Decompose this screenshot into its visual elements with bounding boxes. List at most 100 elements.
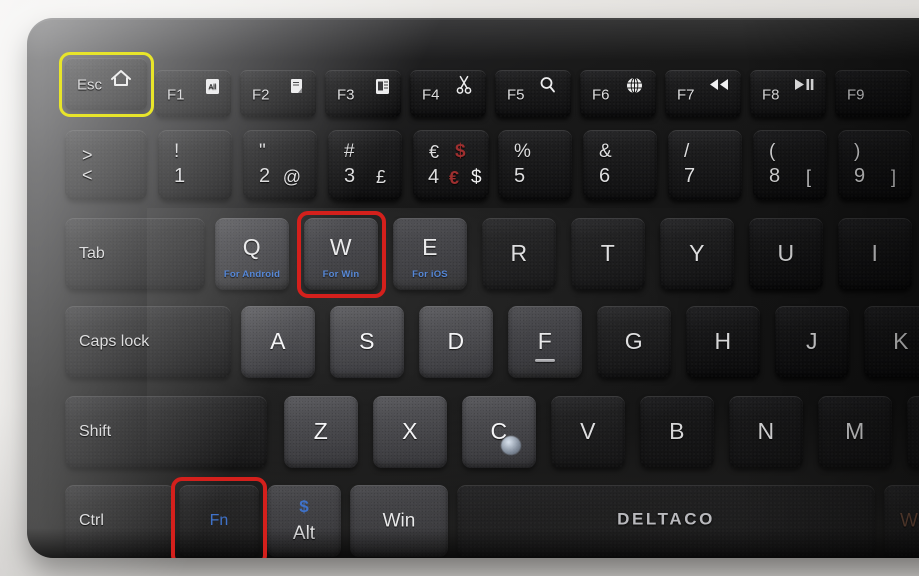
f3-key-label: F3	[337, 86, 355, 104]
f1-key[interactable]: F1 All	[155, 70, 231, 117]
y-key[interactable]: Y	[660, 218, 734, 290]
ctrl-key-label: Ctrl	[79, 512, 104, 529]
digit-1-bottom-legend: 1	[174, 165, 186, 187]
j-key-label: J	[806, 328, 818, 355]
f3-key[interactable]: F3	[325, 70, 401, 117]
h-key[interactable]: H	[686, 306, 760, 378]
digit-2-bottom-legend: 2	[259, 165, 271, 187]
s-key-label: S	[359, 328, 375, 355]
copy-icon	[290, 78, 305, 95]
z-key[interactable]: Z	[284, 396, 358, 468]
a-key[interactable]: A	[241, 306, 315, 378]
shift-key[interactable]: Shift	[65, 396, 267, 468]
digit-8-bottom-legend: 8	[769, 165, 781, 187]
win-key[interactable]: Win	[350, 485, 448, 557]
search-icon	[539, 76, 556, 94]
digit-9-key[interactable]: ) 9 ]	[838, 130, 912, 200]
e-key-label: E	[422, 234, 438, 261]
digit-8-key[interactable]: ( 8 [	[753, 130, 827, 200]
esc-key[interactable]: Esc	[65, 58, 147, 110]
r-key-label: R	[510, 240, 528, 267]
fn-key[interactable]: Fn	[179, 485, 259, 557]
digit-5-key[interactable]: % 5	[498, 130, 572, 200]
digit-1-key[interactable]: ! 1	[158, 130, 232, 200]
digit-7-key[interactable]: / 7	[668, 130, 742, 200]
b-key-label: B	[669, 418, 685, 445]
esc-key-label: Esc	[77, 76, 103, 94]
ctrl-key[interactable]: Ctrl	[65, 485, 175, 557]
home-icon	[109, 68, 133, 88]
t-key-label: T	[600, 240, 616, 267]
g-key[interactable]: G	[597, 306, 671, 378]
angle-key-top-legend: >	[82, 145, 93, 165]
u-key[interactable]: U	[749, 218, 823, 290]
digit-4-key[interactable]: € $ 4 € $	[413, 130, 489, 200]
semicolon-key[interactable]: ; ,	[907, 396, 919, 468]
digit-7-bottom-legend: 7	[684, 165, 696, 187]
digit-3-key[interactable]: # 3 £	[328, 130, 402, 200]
caps-lock-key[interactable]: Caps lock	[65, 306, 231, 378]
digit-3-alt-legend: £	[375, 167, 386, 187]
digit-1-top-legend: !	[174, 141, 180, 162]
tab-key[interactable]: Tab	[65, 218, 205, 290]
rewind-icon	[709, 78, 729, 91]
m-key-label: M	[845, 418, 865, 445]
g-key-label: G	[624, 328, 644, 355]
dust-speck	[501, 436, 521, 455]
q-key-sublabel: For Android	[223, 268, 281, 280]
e-key[interactable]: E For iOS	[393, 218, 467, 290]
k-key[interactable]: K	[864, 306, 919, 378]
t-key[interactable]: T	[571, 218, 645, 290]
v-key[interactable]: V	[551, 396, 625, 468]
f1-key-label: F1	[167, 86, 185, 104]
f7-key[interactable]: F7	[665, 70, 741, 117]
shift-key-label: Shift	[79, 423, 112, 440]
j-key[interactable]: J	[775, 306, 849, 378]
digit-2-alt-legend: @	[282, 167, 301, 187]
a-key-label: A	[270, 328, 286, 355]
f9-key[interactable]: F9	[835, 70, 911, 117]
f7-key-label: F7	[677, 86, 695, 104]
paste-icon	[375, 78, 390, 95]
w-key[interactable]: W For Win	[304, 218, 378, 290]
f5-key-label: F5	[507, 86, 525, 104]
f8-key[interactable]: F8	[750, 70, 826, 117]
f4-key[interactable]: F4	[410, 70, 486, 117]
s-key[interactable]: S	[330, 306, 404, 378]
digit-9-top-legend: )	[854, 141, 861, 162]
f2-key[interactable]: F2	[240, 70, 316, 117]
f8-key-label: F8	[762, 86, 780, 104]
digit-4-bottom-legend: 4	[428, 166, 440, 188]
desk-background: Esc F1 All F2 F3 F4 F5 F6 F7 F8 F9 > < !…	[0, 0, 919, 576]
alt-key-alt-legend: $	[299, 497, 309, 516]
f6-key[interactable]: F6	[580, 70, 656, 117]
digit-2-top-legend: "	[259, 141, 266, 162]
m-key[interactable]: M	[818, 396, 892, 468]
x-key-label: X	[402, 418, 418, 445]
x-key[interactable]: X	[373, 396, 447, 468]
digit-9-bottom-legend: 9	[854, 165, 866, 187]
f-key[interactable]: F	[508, 306, 582, 378]
f6-key-label: F6	[592, 86, 610, 104]
digit-2-key[interactable]: " 2 @	[243, 130, 317, 200]
r-key[interactable]: R	[482, 218, 556, 290]
f5-key[interactable]: F5	[495, 70, 571, 117]
digit-3-bottom-legend: 3	[344, 165, 356, 187]
n-key[interactable]: N	[729, 396, 803, 468]
c-key-label: C	[490, 418, 508, 445]
q-key[interactable]: Q For Android	[215, 218, 289, 290]
right-partial-key[interactable]: W	[884, 485, 919, 557]
play-pause-icon	[794, 78, 814, 91]
digit-4-alt-dollar: $	[471, 167, 482, 188]
digit-3-top-legend: #	[344, 141, 355, 162]
d-key[interactable]: D	[419, 306, 493, 378]
i-key[interactable]: I	[838, 218, 912, 290]
b-key[interactable]: B	[640, 396, 714, 468]
alt-key[interactable]: $ Alt	[267, 485, 341, 557]
caps-lock-key-label: Caps lock	[79, 333, 150, 350]
digit-6-key[interactable]: & 6	[583, 130, 657, 200]
space-key[interactable]: DELTACO	[457, 485, 875, 557]
angle-bracket-key[interactable]: > <	[65, 130, 147, 200]
c-key[interactable]: C	[462, 396, 536, 468]
digit-7-top-legend: /	[684, 141, 690, 162]
